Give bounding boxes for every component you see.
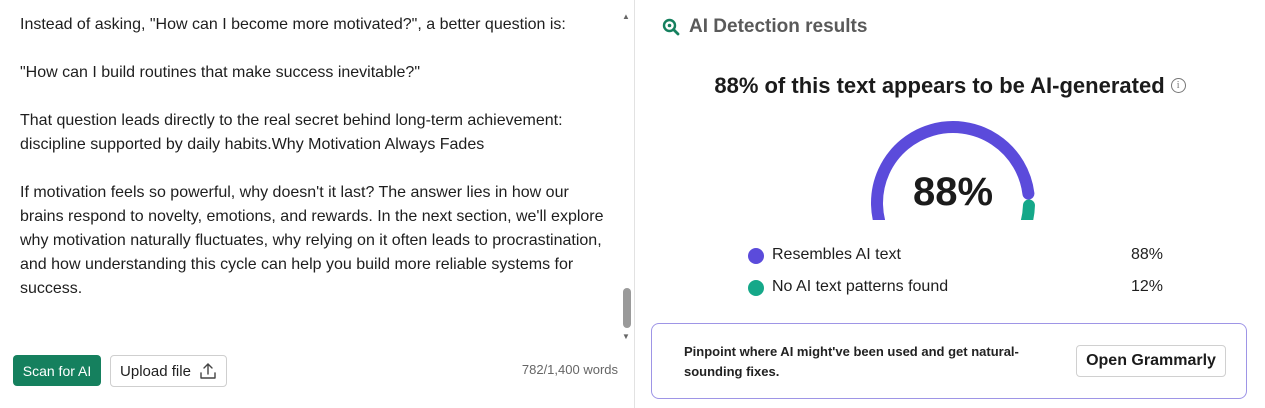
upload-file-button[interactable]: Upload file xyxy=(110,355,227,387)
legend-row-ai: Resembles AI text 88% xyxy=(748,245,1163,267)
results-title: AI Detection results xyxy=(689,16,868,37)
legend-label: No AI text patterns found xyxy=(772,278,949,295)
editor-paragraph: "How can I build routines that make succ… xyxy=(20,64,421,81)
grammarly-promo-card: Pinpoint where AI might've been used and… xyxy=(651,323,1247,399)
results-header: AI Detection results xyxy=(662,16,867,38)
editor-paragraph: Instead of asking, "How can I become mor… xyxy=(20,16,566,33)
editor-scrollbar[interactable]: ▲ ▼ xyxy=(620,12,633,345)
ai-dot-icon xyxy=(748,248,764,264)
detection-headline: 88% of this text appears to be AI-genera… xyxy=(635,73,1265,99)
legend-percentage: 12% xyxy=(1130,278,1163,295)
upload-file-label: Upload file xyxy=(120,362,191,380)
headline-text: 88% of this text appears to be AI-genera… xyxy=(714,73,1165,98)
gauge-percentage: 88% xyxy=(912,170,994,214)
scroll-down-arrow-icon[interactable]: ▼ xyxy=(622,332,630,341)
promo-text: Pinpoint where AI might've been used and… xyxy=(684,344,1019,379)
scroll-up-arrow-icon[interactable]: ▲ xyxy=(622,12,630,21)
human-dot-icon xyxy=(748,280,764,296)
ai-detection-panel: AI Detection results 88% of this text ap… xyxy=(635,0,1265,408)
upload-icon xyxy=(200,363,216,379)
editor-paragraph: That question leads directly to the real… xyxy=(20,112,563,153)
info-icon[interactable]: i xyxy=(1170,77,1186,93)
scan-for-ai-button[interactable]: Scan for AI xyxy=(13,355,101,386)
text-editor[interactable]: Instead of asking, "How can I become mor… xyxy=(20,13,610,345)
magnifier-icon xyxy=(662,18,680,36)
word-count: 782/1,400 words xyxy=(521,362,618,377)
legend-row-human: No AI text patterns found 12% xyxy=(748,277,1163,299)
scrollbar-thumb[interactable] xyxy=(623,288,631,328)
legend-percentage: 88% xyxy=(1130,246,1163,263)
text-input-panel: Instead of asking, "How can I become mor… xyxy=(0,0,634,408)
open-grammarly-button[interactable]: Open Grammarly xyxy=(1076,345,1226,377)
legend-label: Resembles AI text xyxy=(772,246,901,263)
editor-paragraph: If motivation feels so powerful, why doe… xyxy=(20,184,604,297)
